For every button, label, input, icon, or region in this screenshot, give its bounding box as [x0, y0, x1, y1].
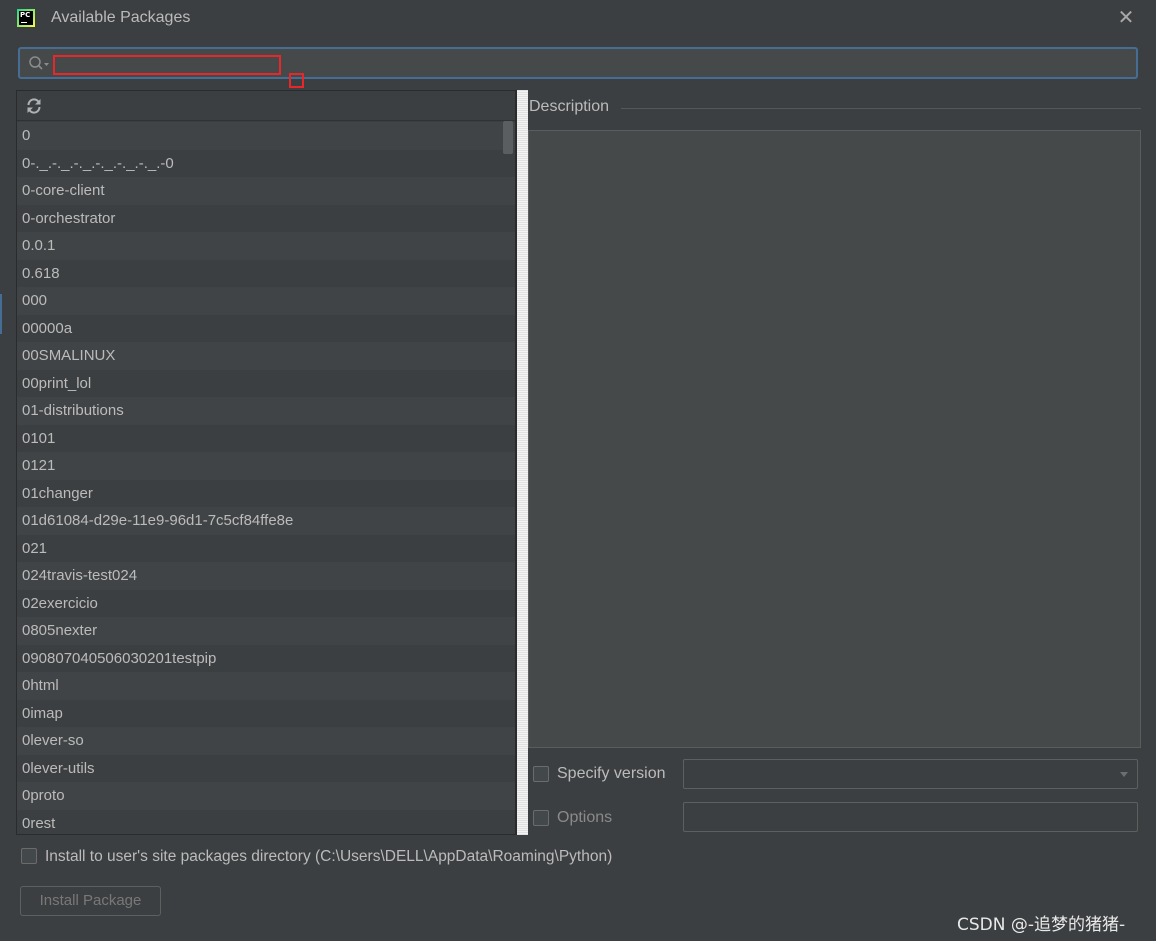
package-list-item[interactable]: 00print_lol	[17, 369, 515, 397]
package-list-item[interactable]: 0101	[17, 424, 515, 452]
package-list[interactable]: 0 0-._.-._.-._.-._.-._.-._.-0 0-core-clien…	[17, 122, 515, 834]
package-list-item[interactable]: 0-core-client	[17, 177, 515, 205]
description-divider	[621, 108, 1141, 109]
specify-version-label: Specify version	[557, 765, 666, 782]
description-area	[528, 130, 1141, 748]
description-label: Description	[529, 98, 610, 115]
version-select[interactable]	[683, 759, 1138, 789]
user-site-label: Install to user's site packages director…	[45, 848, 613, 865]
window-title: Available Packages	[51, 9, 191, 26]
package-list-item[interactable]: 01changer	[17, 479, 515, 507]
package-list-item[interactable]: 0-._.-._.-._.-._.-._.-._.-0	[17, 149, 515, 177]
refresh-icon[interactable]	[25, 97, 43, 115]
package-list-item[interactable]: 0805nexter	[17, 617, 515, 645]
focus-edge-marker	[0, 294, 2, 334]
package-list-toolbar	[17, 91, 515, 121]
package-list-item[interactable]: 0imap	[17, 699, 515, 727]
package-list-item[interactable]: 0proto	[17, 782, 515, 810]
options-field[interactable]	[683, 802, 1138, 832]
package-list-item[interactable]: 00000a	[17, 314, 515, 342]
package-list-item[interactable]: 00SMALINUX	[17, 342, 515, 370]
close-icon[interactable]: ✕	[1116, 8, 1136, 28]
package-list-item[interactable]: 090807040506030201testpip	[17, 644, 515, 672]
watermark: CSDN @-追梦的猪猪-	[957, 915, 1126, 935]
package-list-item[interactable]: 01d61084-d29e-11e9-96d1-7c5cf84ffe8e	[17, 507, 515, 535]
options-checkbox[interactable]	[533, 810, 549, 826]
package-list-item[interactable]: 0.618	[17, 259, 515, 287]
package-list-item[interactable]: 0-orchestrator	[17, 204, 515, 232]
package-list-item[interactable]: 01-distributions	[17, 397, 515, 425]
package-list-item[interactable]: 0	[17, 122, 515, 150]
pycharm-logo-icon: PC	[17, 9, 35, 27]
package-list-item[interactable]: 0.0.1	[17, 232, 515, 260]
options-label: Options	[557, 809, 613, 826]
package-list-item[interactable]: 0lever-so	[17, 727, 515, 755]
title-bar: PC Available Packages ✕	[0, 0, 1156, 40]
highlight-annotation-box	[53, 55, 281, 75]
package-list-item[interactable]: 000	[17, 287, 515, 315]
package-list-item[interactable]: 021	[17, 534, 515, 562]
user-site-checkbox[interactable]	[21, 848, 37, 864]
package-list-item[interactable]: 0lever-utils	[17, 754, 515, 782]
package-list-item[interactable]: 0121	[17, 452, 515, 480]
package-list-item[interactable]: 024travis-test024	[17, 562, 515, 590]
specify-version-checkbox[interactable]	[533, 766, 549, 782]
package-list-item[interactable]: 0html	[17, 672, 515, 700]
package-list-scrollbar[interactable]	[503, 121, 513, 154]
highlight-annotation-marker	[289, 73, 304, 88]
package-list-item[interactable]: 0rest	[17, 809, 515, 834]
panel-splitter[interactable]	[516, 90, 528, 835]
package-list-item[interactable]: 02exercicio	[17, 589, 515, 617]
package-list-panel: 0 0-._.-._.-._.-._.-._.-._.-0 0-core-clien…	[16, 90, 516, 835]
install-package-button[interactable]: Install Package	[20, 886, 161, 916]
chevron-down-icon[interactable]	[1119, 770, 1129, 778]
search-icon[interactable]	[28, 55, 50, 73]
